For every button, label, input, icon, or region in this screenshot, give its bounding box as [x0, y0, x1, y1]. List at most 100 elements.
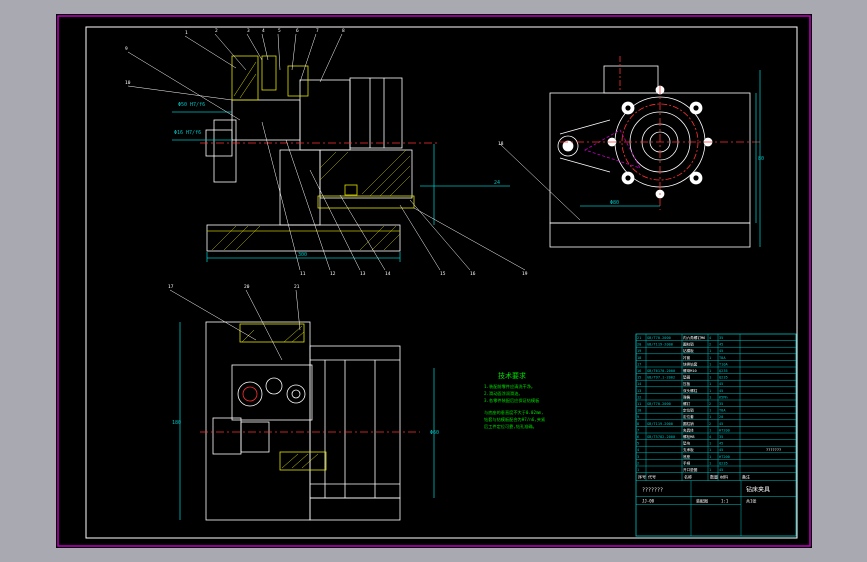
bom-cell: HT200: [719, 428, 730, 432]
bom-cell: 快换钻套: [683, 361, 698, 366]
bom-cell: 圆柱销: [683, 342, 694, 347]
bom-cell: 35: [719, 336, 723, 340]
front-dim-right: Φ60: [430, 430, 439, 436]
scale-text: 1:1: [721, 499, 729, 504]
bom-note: ???????: [766, 448, 781, 452]
bom-cell: 圆柱销: [683, 421, 694, 426]
drawing-no: 装配图: [696, 498, 708, 504]
bom-cell: 1: [709, 382, 711, 386]
bom-cell: 开口垫圈: [683, 467, 698, 472]
part-callout: 12: [330, 271, 336, 277]
part-callout: 13: [360, 271, 366, 277]
bom-cell: 2: [709, 343, 711, 347]
part-callout: 11: [300, 271, 306, 277]
bom-cell: HT200: [719, 455, 730, 459]
bom-cell: 1: [709, 349, 711, 353]
note-line-2: 2.滑动面涂润滑油。: [484, 390, 523, 397]
bom-cell: GB/T5782-2000: [647, 435, 675, 439]
sheet-text: 共1张: [746, 498, 756, 504]
bom-cell: 20: [637, 343, 641, 347]
bom-cell: 45: [719, 382, 723, 386]
bom-cell: T8A: [719, 409, 726, 413]
notes-title: 技术要求: [498, 371, 526, 380]
bom-cell: 2: [637, 461, 639, 465]
bom-cell: 螺母M10: [683, 368, 697, 373]
part-callout: 16: [470, 271, 476, 277]
note-line-5: 钻套与钻模板配合为H7/n6,夹紧: [484, 416, 545, 423]
part-callout: 14: [385, 271, 391, 277]
bom-cell: 定位套: [683, 414, 694, 419]
bom-cell: 1: [709, 409, 711, 413]
bom-cell: 1: [709, 461, 711, 465]
bom-cell: 8: [637, 422, 639, 426]
bom-cell: 1: [709, 356, 711, 360]
front-dim-height: 180: [172, 420, 181, 426]
bom-cell: 14: [637, 382, 641, 386]
bom-cell: 20: [719, 415, 723, 419]
bom-cell: 15: [637, 376, 641, 380]
bom-header-cell: 序号: [638, 474, 646, 480]
dwg-id: JJ-00: [642, 499, 655, 504]
note-line-4: 与底座的垂直度不大于0.02mm,: [484, 409, 544, 416]
bom-cell: 1: [709, 455, 711, 459]
bom-cell: 45: [719, 389, 723, 393]
bom-cell: 1: [709, 442, 711, 446]
bom-cell: GB/T97.1-2002: [647, 376, 675, 380]
part-callout: 17: [168, 284, 174, 290]
part-callout: 21: [294, 284, 300, 290]
bom-cell: T8A: [719, 356, 726, 360]
bom-cell: 45: [719, 349, 723, 353]
bom-cell: Q235: [719, 376, 728, 380]
bom-cell: 45: [719, 343, 723, 347]
bom-cell: 螺栓M8: [683, 434, 695, 439]
part-callout: 10: [125, 80, 131, 86]
bom-cell: GB/T70-2000: [647, 402, 671, 406]
bom-cell: 定位销: [683, 408, 694, 413]
cad-drawing-canvas[interactable]: Φ50 H7/f6 Φ16 H7/f6 300 24 Φ80 80 180 Φ6…: [0, 0, 867, 562]
bom-cell: 16: [637, 369, 641, 373]
part-callout: 15: [440, 271, 446, 277]
note-line-3: 3.各零件装配后应保证钻模板: [484, 397, 540, 404]
bom-cell: 手柄: [683, 460, 691, 465]
bom-cell: 双头螺柱: [683, 388, 698, 393]
note-line-6: 后工件定位可靠,钻孔准确。: [484, 423, 537, 430]
bom-cell: 9: [637, 415, 639, 419]
bom-cell: 18: [637, 356, 641, 360]
bom-cell: 衬套: [683, 355, 691, 360]
side-dim-height: 80: [758, 156, 764, 162]
bom-cell: 1: [709, 362, 711, 366]
bom-cell: 11: [637, 402, 641, 406]
bom-cell: Q235: [719, 461, 728, 465]
bom-cell: 底座: [683, 454, 691, 459]
part-callout: 19: [522, 271, 528, 277]
bom-cell: 7: [637, 428, 639, 432]
bom-cell: 1: [709, 415, 711, 419]
bom-header-cell: 数量: [710, 474, 718, 480]
bom-cell: 垫圈: [683, 375, 691, 380]
bom-cell: 1: [709, 468, 711, 472]
bom-cell: 12: [637, 395, 641, 399]
bom-cell: 3: [637, 455, 639, 459]
bom-cell: GB/T6170-2000: [647, 369, 675, 373]
part-callout: 6: [296, 28, 299, 34]
part-callout: 1: [185, 30, 188, 36]
bom-cell: GB/T119-2000: [647, 422, 673, 426]
bom-header-cell: 名称: [684, 474, 692, 480]
bom-cell: 45: [719, 468, 723, 472]
bom-cell: 1: [709, 376, 711, 380]
bom-cell: GB/T70-2000: [647, 336, 671, 340]
part-callout: 18: [498, 141, 504, 147]
bom-cell: 65Mn: [719, 395, 728, 399]
part-callout: 9: [125, 46, 128, 52]
bom-cell: 35: [719, 435, 723, 439]
fit-label-d: Φ50 H7/f6: [178, 102, 205, 108]
bom-cell: 1: [637, 468, 639, 472]
bom-cell: 45: [719, 448, 723, 452]
bom-cell: 1: [709, 369, 711, 373]
bom-cell: 钻模板: [683, 348, 694, 353]
part-callout: 8: [342, 28, 345, 34]
bom-cell: 2: [709, 402, 711, 406]
bom-cell: 1: [709, 389, 711, 393]
bom-cell: 1: [709, 448, 711, 452]
bom-cell: 1: [709, 395, 711, 399]
